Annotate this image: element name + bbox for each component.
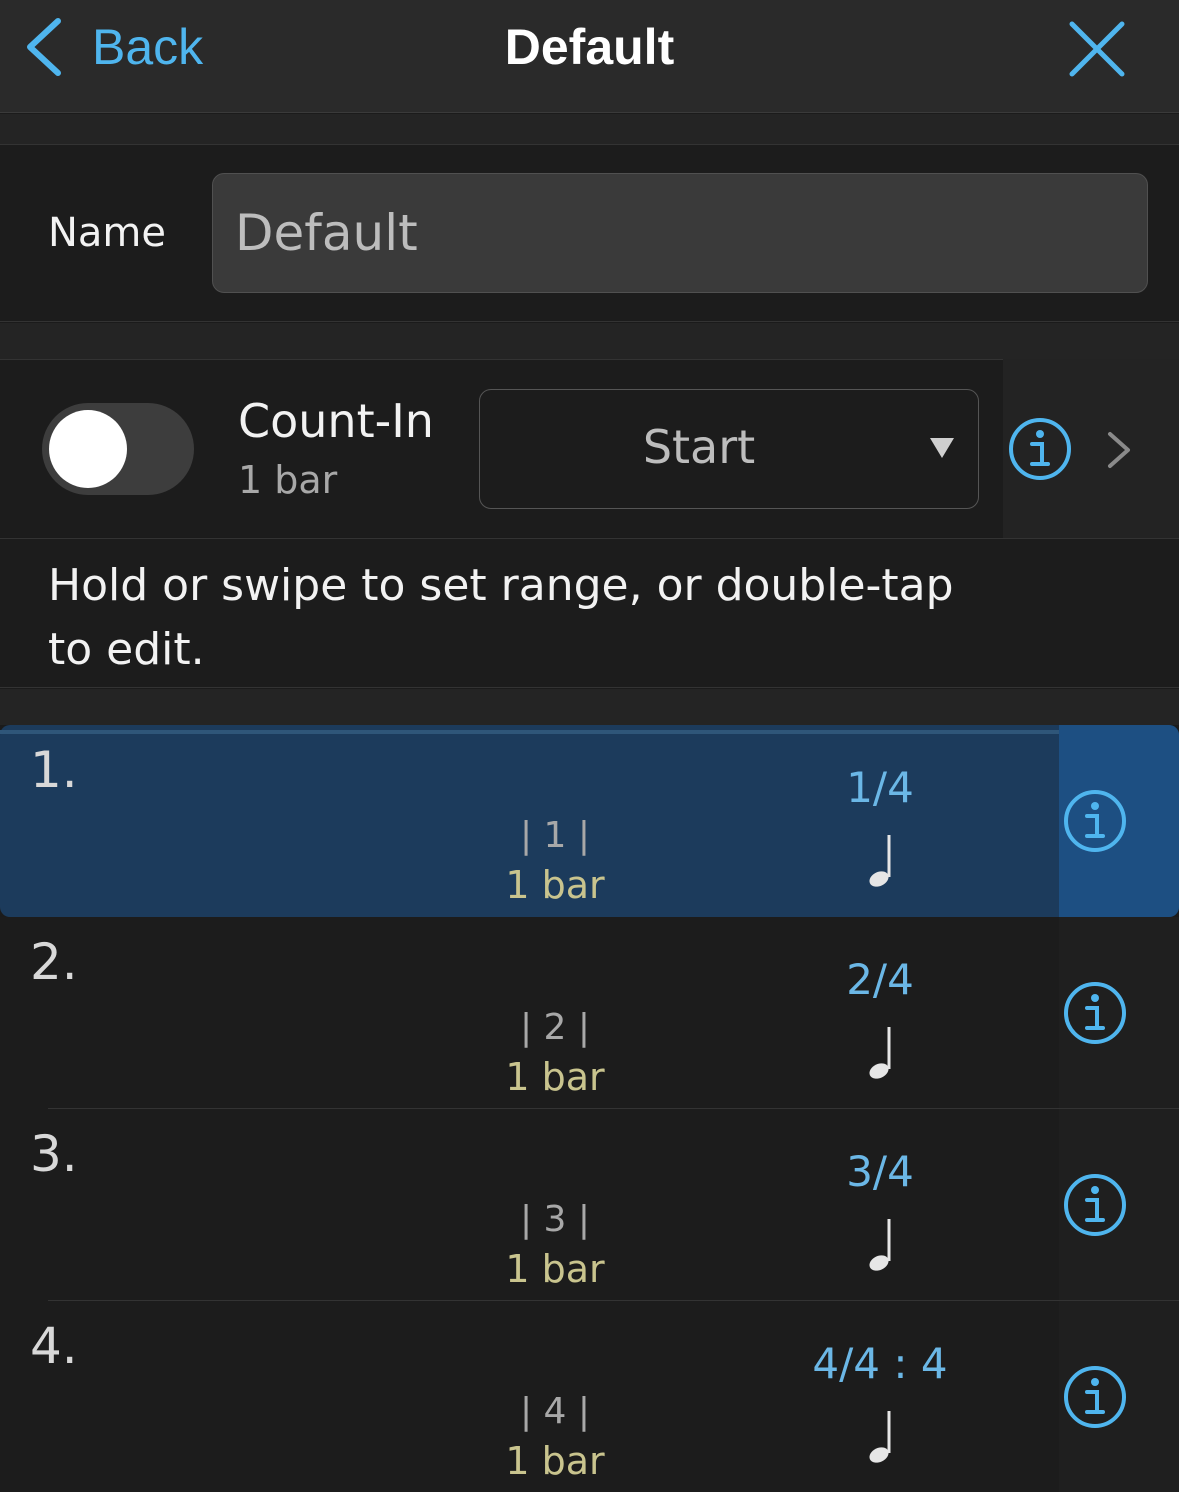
- count-in-mode-value: Start: [642, 420, 756, 474]
- bar-length: 1 bar: [505, 1055, 605, 1099]
- bar-number: | 2 |: [519, 1007, 591, 1048]
- toggle-knob: [49, 410, 127, 488]
- row-highlight-line: [0, 730, 1059, 734]
- page-title: Default: [504, 19, 675, 75]
- name-input[interactable]: [212, 173, 1148, 293]
- count-in-title: Count-In: [238, 394, 434, 448]
- quarter-note-icon: [869, 1219, 891, 1271]
- bar-index: 2.: [30, 933, 78, 991]
- time-signature: 3/4: [846, 1147, 914, 1196]
- dropdown-arrow-icon: [930, 438, 954, 458]
- close-icon[interactable]: [1066, 18, 1128, 80]
- count-in-info-icon[interactable]: [1007, 416, 1073, 482]
- bar-length: 1 bar: [505, 863, 605, 907]
- nav-bar: Back Default: [0, 0, 1179, 113]
- bar-info-icon[interactable]: [1062, 1172, 1128, 1238]
- bar-index: 4.: [30, 1317, 78, 1375]
- bar-index: 1.: [30, 741, 78, 799]
- time-signature: 2/4: [846, 955, 914, 1004]
- name-label: Name: [48, 210, 167, 256]
- section-gap: [0, 689, 1179, 725]
- section-gap: [0, 114, 1179, 144]
- bar-length: 1 bar: [505, 1247, 605, 1291]
- bar-number: | 3 |: [519, 1199, 591, 1240]
- quarter-note-icon: [869, 1411, 891, 1463]
- bar-info-icon[interactable]: [1062, 788, 1128, 854]
- count-in-subtitle: 1 bar: [238, 458, 338, 502]
- time-signature: 4/4 : 4: [812, 1339, 948, 1388]
- quarter-note-icon: [869, 1027, 891, 1079]
- chevron-right-icon[interactable]: [1106, 430, 1132, 470]
- bar-number: | 1 |: [519, 815, 591, 856]
- bar-row[interactable]: 2. | 2 | 1 bar 2/4: [0, 917, 1179, 1109]
- bar-info-icon[interactable]: [1062, 980, 1128, 1046]
- bar-row[interactable]: 1. | 1 | 1 bar 1/4: [0, 725, 1179, 917]
- section-gap: [0, 323, 1179, 359]
- hint-text: Hold or swipe to set range, or double-ta…: [48, 560, 954, 675]
- time-signature: 1/4: [846, 763, 914, 812]
- bar-index: 3.: [30, 1125, 78, 1183]
- count-in-toggle[interactable]: [42, 403, 194, 495]
- bar-number: | 4 |: [519, 1391, 591, 1432]
- bar-row[interactable]: 3. | 3 | 1 bar 3/4: [0, 1109, 1179, 1301]
- bar-row[interactable]: 4. | 4 | 1 bar 4/4 : 4: [0, 1301, 1179, 1492]
- count-in-mode-select[interactable]: Start: [479, 389, 979, 509]
- quarter-note-icon: [869, 835, 891, 887]
- bar-info-icon[interactable]: [1062, 1364, 1128, 1430]
- bar-length: 1 bar: [505, 1439, 605, 1483]
